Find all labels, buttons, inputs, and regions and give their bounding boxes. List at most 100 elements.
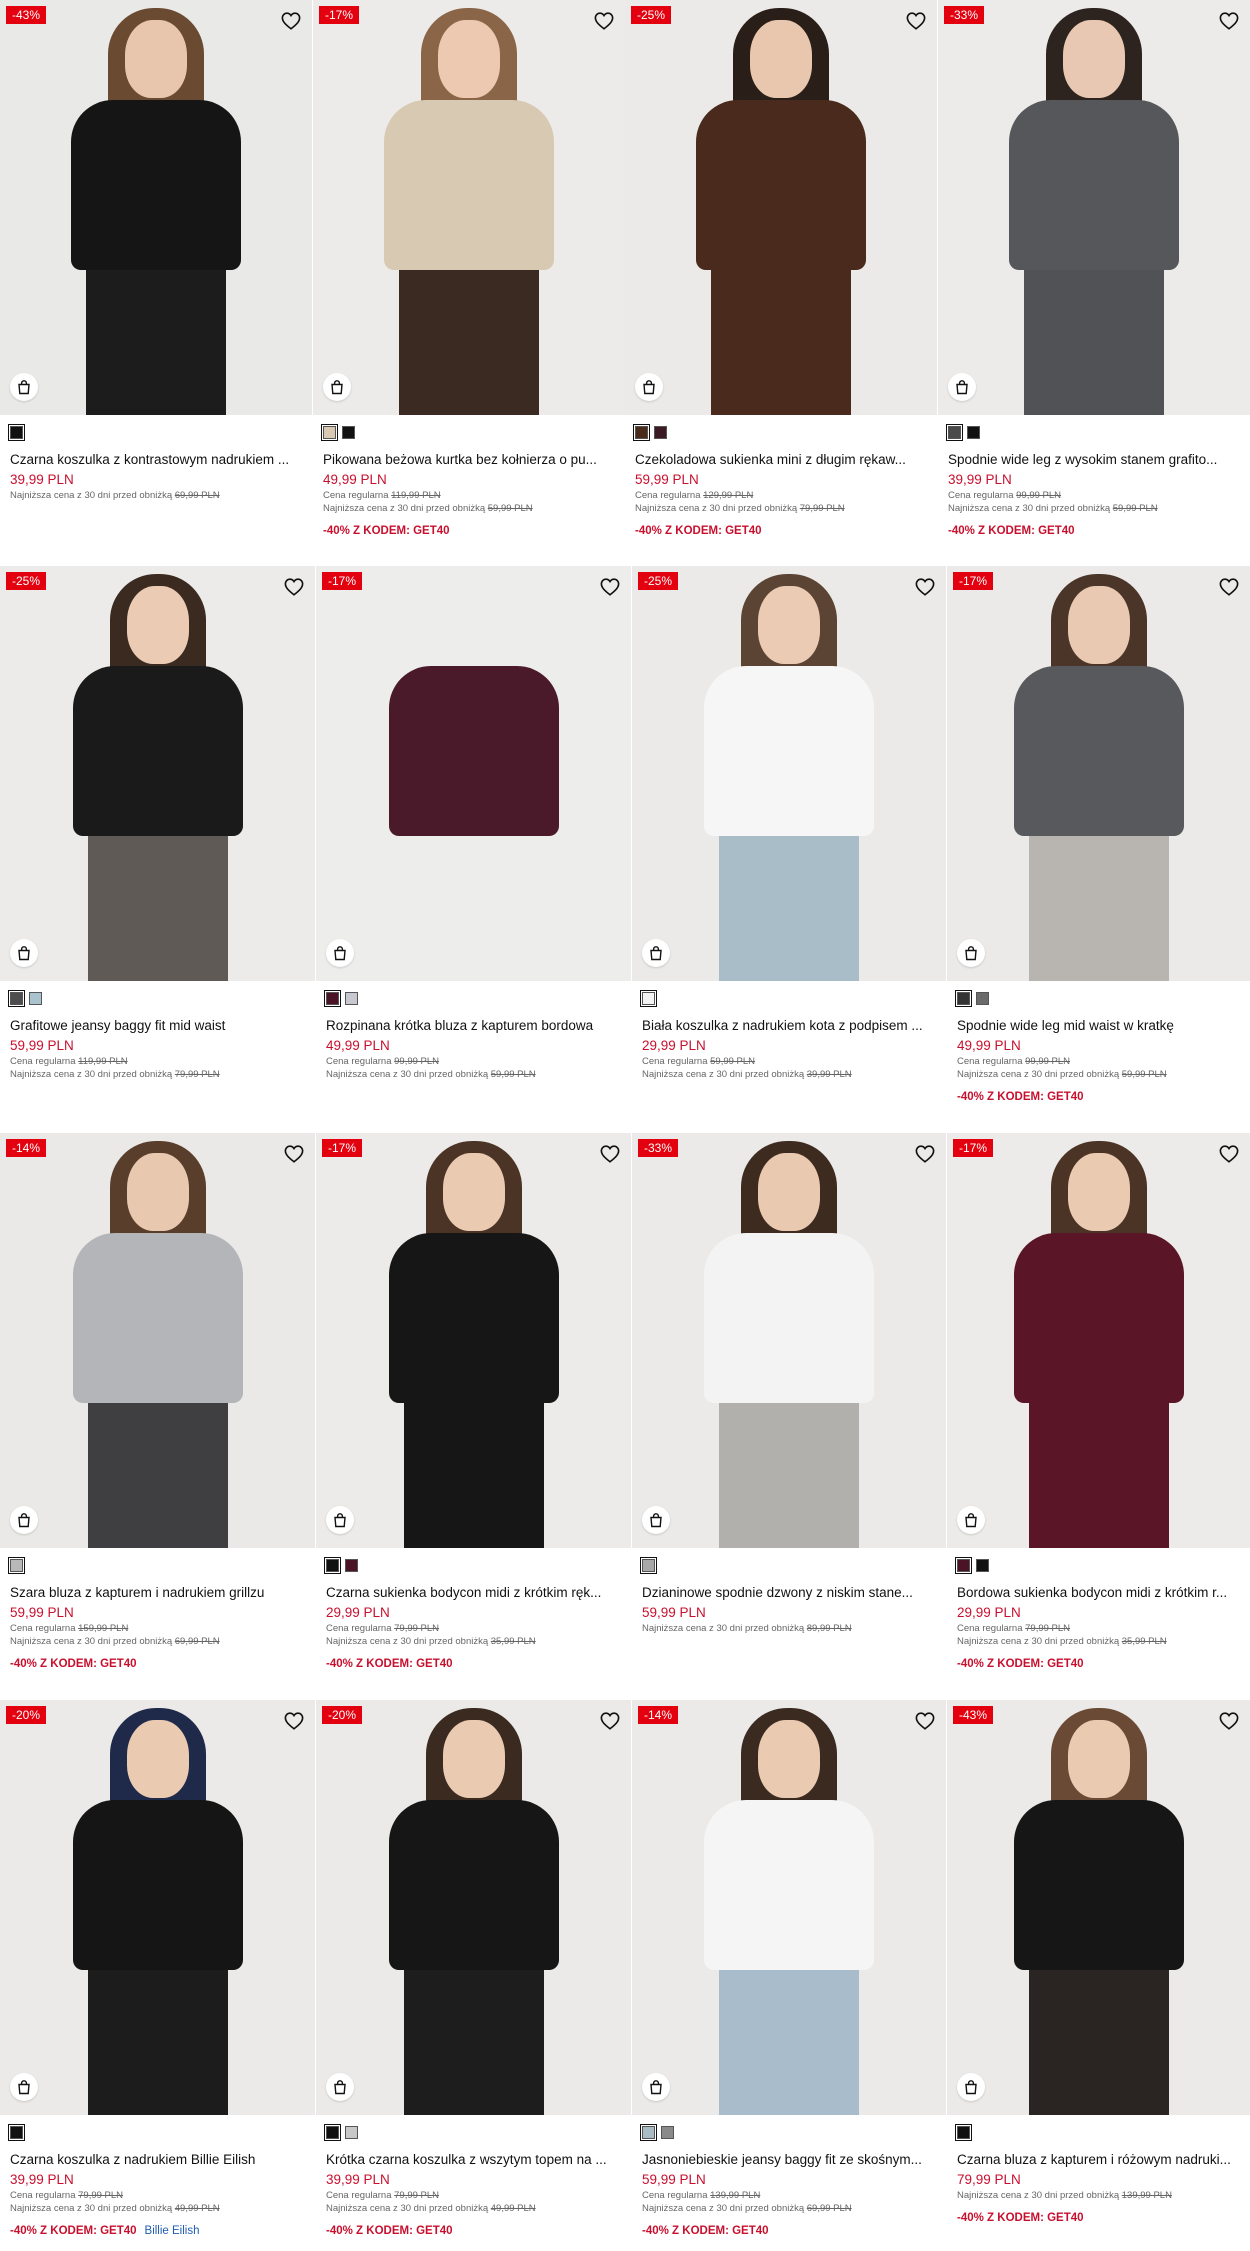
product-image[interactable]: -17% xyxy=(947,566,1250,981)
product-name[interactable]: Dzianinowe spodnie dzwony z niskim stane… xyxy=(642,1584,936,1601)
color-swatch[interactable] xyxy=(955,989,972,1007)
discount-badge: -17% xyxy=(322,572,363,590)
product-name[interactable]: Biała koszulka z nadrukiem kota z podpis… xyxy=(642,1017,936,1034)
color-swatch[interactable] xyxy=(661,2125,674,2139)
color-swatch[interactable] xyxy=(946,423,963,441)
product-price: 59,99 PLN xyxy=(642,1605,706,1620)
heart-icon[interactable] xyxy=(1218,1143,1240,1165)
color-swatch[interactable] xyxy=(324,989,341,1007)
shopping-bag-icon[interactable] xyxy=(10,373,38,401)
color-swatch[interactable] xyxy=(324,1556,341,1574)
heart-icon[interactable] xyxy=(283,1143,305,1165)
product-image[interactable]: -17% xyxy=(316,566,631,981)
product-image[interactable]: -14% xyxy=(0,1133,315,1548)
product-name[interactable]: Grafitowe jeansy baggy fit mid waist xyxy=(10,1017,305,1034)
product-image[interactable]: -14% xyxy=(632,1700,946,2115)
color-swatch[interactable] xyxy=(654,425,667,439)
product-info: Czarna koszulka z nadrukiem Billie Eilis… xyxy=(0,2123,315,2239)
color-swatches xyxy=(321,423,615,441)
color-swatch[interactable] xyxy=(342,425,355,439)
product-name[interactable]: Czarna bluza z kapturem i różowym nadruk… xyxy=(957,2151,1240,2168)
color-swatch[interactable] xyxy=(640,2123,657,2141)
color-swatch[interactable] xyxy=(345,1558,358,1572)
discount-badge: -17% xyxy=(322,1139,363,1157)
artist-link[interactable]: Billie Eilish xyxy=(145,2225,200,2237)
product-name[interactable]: Spodnie wide leg mid waist w kratkę xyxy=(957,1017,1240,1034)
shopping-bag-icon[interactable] xyxy=(323,373,351,401)
product-info: Jasnoniebieskie jeansy baggy fit ze skoś… xyxy=(632,2123,946,2239)
product-price: 39,99 PLN xyxy=(948,472,1012,487)
product-name[interactable]: Bordowa sukienka bodycon midi z krótkim … xyxy=(957,1584,1240,1601)
color-swatch[interactable] xyxy=(8,423,25,441)
heart-icon[interactable] xyxy=(914,1710,936,1732)
color-swatch[interactable] xyxy=(976,991,989,1005)
heart-icon[interactable] xyxy=(283,1710,305,1732)
color-swatch[interactable] xyxy=(976,1558,989,1572)
product-name[interactable]: Pikowana beżowa kurtka bez kołnierza o p… xyxy=(323,451,615,468)
heart-icon[interactable] xyxy=(599,1710,621,1732)
color-swatch[interactable] xyxy=(640,989,657,1007)
product-image[interactable]: -17% xyxy=(947,1133,1250,1548)
shopping-bag-icon[interactable] xyxy=(957,2073,985,2101)
heart-icon[interactable] xyxy=(283,576,305,598)
color-swatch[interactable] xyxy=(955,2123,972,2141)
shopping-bag-icon[interactable] xyxy=(326,1506,354,1534)
product-name[interactable]: Szara bluza z kapturem i nadrukiem grill… xyxy=(10,1584,305,1601)
heart-icon[interactable] xyxy=(905,10,927,32)
color-swatch[interactable] xyxy=(967,425,980,439)
product-name[interactable]: Spodnie wide leg z wysokim stanem grafit… xyxy=(948,451,1240,468)
heart-icon[interactable] xyxy=(280,10,302,32)
product-image[interactable]: -20% xyxy=(0,1700,315,2115)
shopping-bag-icon[interactable] xyxy=(10,1506,38,1534)
shopping-bag-icon[interactable] xyxy=(326,939,354,967)
product-image[interactable]: -43% xyxy=(0,0,312,415)
shopping-bag-icon[interactable] xyxy=(10,2073,38,2101)
product-image[interactable]: -17% xyxy=(313,0,625,415)
product-image[interactable]: -25% xyxy=(0,566,315,981)
heart-icon[interactable] xyxy=(1218,1710,1240,1732)
shopping-bag-icon[interactable] xyxy=(326,2073,354,2101)
product-image[interactable]: -25% xyxy=(625,0,937,415)
product-name[interactable]: Rozpinana krótka bluza z kapturem bordow… xyxy=(326,1017,621,1034)
shopping-bag-icon[interactable] xyxy=(642,1506,670,1534)
product-image[interactable]: -20% xyxy=(316,1700,631,2115)
color-swatch[interactable] xyxy=(321,423,338,441)
color-swatch[interactable] xyxy=(345,991,358,1005)
product-image[interactable]: -17% xyxy=(316,1133,631,1548)
heart-icon[interactable] xyxy=(914,1143,936,1165)
color-swatch[interactable] xyxy=(640,1556,657,1574)
product-name[interactable]: Jasnoniebieskie jeansy baggy fit ze skoś… xyxy=(642,2151,936,2168)
heart-icon[interactable] xyxy=(1218,576,1240,598)
heart-icon[interactable] xyxy=(599,576,621,598)
heart-icon[interactable] xyxy=(914,576,936,598)
product-name[interactable]: Czarna sukienka bodycon midi z krótkim r… xyxy=(326,1584,621,1601)
product-name[interactable]: Czarna koszulka z nadrukiem Billie Eilis… xyxy=(10,2151,305,2168)
product-name[interactable]: Krótka czarna koszulka z wszytym topem n… xyxy=(326,2151,621,2168)
product-image[interactable]: -33% xyxy=(632,1133,946,1548)
heart-icon[interactable] xyxy=(1218,10,1240,32)
color-swatch[interactable] xyxy=(8,1556,25,1574)
product-image[interactable]: -33% xyxy=(938,0,1250,415)
color-swatch[interactable] xyxy=(324,2123,341,2141)
shopping-bag-icon[interactable] xyxy=(642,2073,670,2101)
product-info: Grafitowe jeansy baggy fit mid waist 59,9… xyxy=(0,989,315,1081)
shopping-bag-icon[interactable] xyxy=(957,939,985,967)
color-swatch[interactable] xyxy=(633,423,650,441)
color-swatch[interactable] xyxy=(8,2123,25,2141)
shopping-bag-icon[interactable] xyxy=(10,939,38,967)
product-info: Spodnie wide leg mid waist w kratkę 49,99… xyxy=(947,989,1250,1105)
heart-icon[interactable] xyxy=(599,1143,621,1165)
shopping-bag-icon[interactable] xyxy=(642,939,670,967)
color-swatch[interactable] xyxy=(345,2125,358,2139)
heart-icon[interactable] xyxy=(593,10,615,32)
color-swatch[interactable] xyxy=(29,991,42,1005)
product-name[interactable]: Czekoladowa sukienka mini z długim rękaw… xyxy=(635,451,927,468)
product-image[interactable]: -25% xyxy=(632,566,946,981)
color-swatch[interactable] xyxy=(955,1556,972,1574)
product-name[interactable]: Czarna koszulka z kontrastowym nadrukiem… xyxy=(10,451,302,468)
product-image[interactable]: -43% xyxy=(947,1700,1250,2115)
color-swatch[interactable] xyxy=(8,989,25,1007)
shopping-bag-icon[interactable] xyxy=(635,373,663,401)
shopping-bag-icon[interactable] xyxy=(948,373,976,401)
shopping-bag-icon[interactable] xyxy=(957,1506,985,1534)
